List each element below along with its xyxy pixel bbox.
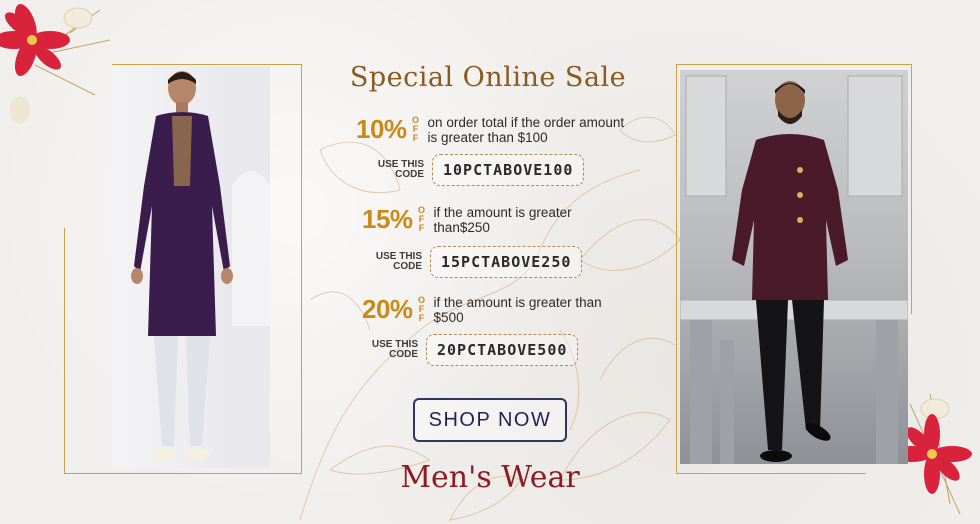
coupon-code[interactable]: 20PCTABOVE500: [426, 334, 579, 366]
offer-description: if the amount is greater than$250: [433, 204, 572, 235]
coupon-code[interactable]: 10PCTABOVE100: [432, 154, 585, 186]
shop-now-button[interactable]: SHOP NOW: [413, 398, 567, 442]
use-code-label: USE THIS CODE: [377, 159, 424, 180]
kurta-model-illustration: [131, 66, 270, 468]
coupon-code[interactable]: 15PCTABOVE250: [430, 246, 583, 278]
jodhpuri-model-photo: [680, 70, 908, 464]
offer-percent: 15%: [362, 204, 413, 234]
offer-description: on order total if the order amount is gr…: [427, 114, 625, 145]
use-code-label: USE THIS CODE: [375, 251, 422, 272]
off-label: OFF: [412, 115, 420, 143]
offer-description: if the amount is greater than $500: [433, 294, 602, 325]
code-row-10: USE THIS CODE 10PCTABOVE100: [368, 154, 585, 186]
kurta-model-photo: [112, 66, 270, 468]
jodhpuri-model-illustration: [680, 75, 908, 464]
poinsettia-flower-icon: [0, 4, 111, 124]
mens-wear-heading: Men's Wear: [400, 460, 580, 495]
sale-title: Special Online Sale: [349, 62, 627, 93]
offer-15: 15% OFF if the amount is greater than$25…: [362, 204, 604, 235]
right-photo-frame-left: [676, 64, 678, 474]
code-row-20: USE THIS CODE 20PCTABOVE500: [362, 334, 579, 366]
sale-banner: Special Online Sale 10% OFF on order tot…: [0, 0, 980, 524]
left-photo-frame-right: [300, 64, 302, 474]
use-code-label: USE THIS CODE: [371, 339, 418, 360]
offer-percent: 20%: [362, 294, 413, 324]
off-label: OFF: [418, 295, 426, 323]
offer-20: 20% OFF if the amount is greater than $5…: [362, 294, 604, 325]
offer-percent: 10%: [356, 114, 407, 144]
code-row-15: USE THIS CODE 15PCTABOVE250: [366, 246, 583, 278]
right-photo-frame-bottom: [676, 472, 866, 474]
offer-10: 10% OFF on order total if the order amou…: [356, 114, 638, 145]
off-label: OFF: [418, 205, 426, 233]
